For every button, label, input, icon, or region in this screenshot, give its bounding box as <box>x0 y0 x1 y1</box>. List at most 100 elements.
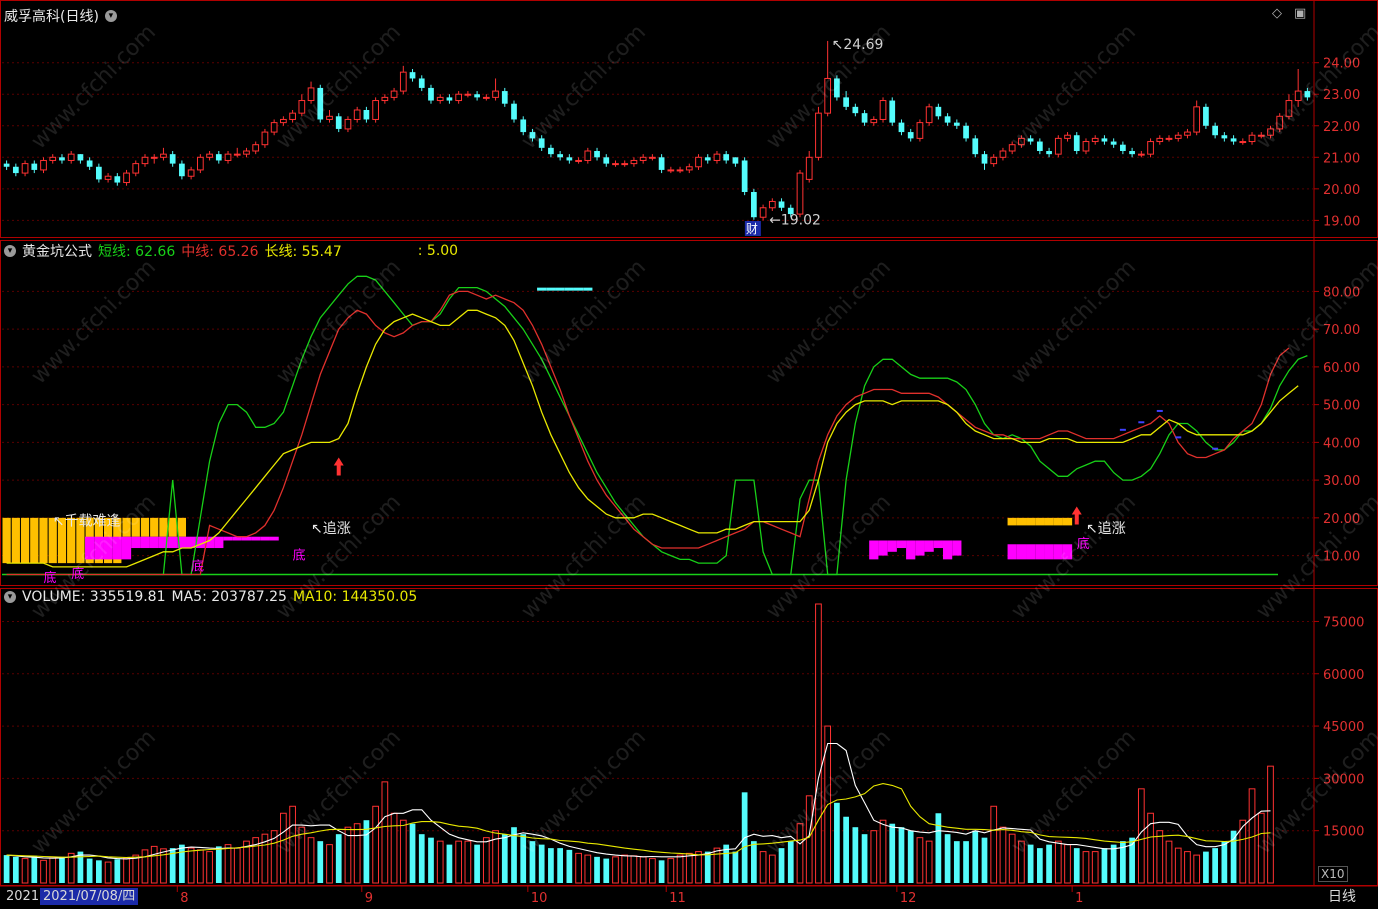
watermark-text: www.cfchi.com <box>1007 20 1141 154</box>
volume-bar <box>557 848 563 883</box>
price-candle <box>418 78 425 88</box>
price-candle <box>1064 134 1071 139</box>
month-label: 10 <box>531 891 548 906</box>
volume-bar <box>935 813 942 883</box>
magenta-signal-bar <box>915 540 925 556</box>
price-candle <box>695 156 702 168</box>
volume-bar <box>1036 848 1043 883</box>
volume-bar <box>1082 851 1090 884</box>
dropdown-icon[interactable]: ▾ <box>4 591 16 603</box>
price-candle <box>805 156 813 180</box>
month-label: 11 <box>669 891 686 906</box>
volume-bar <box>317 841 324 883</box>
price-candle <box>852 106 859 114</box>
volume-bar <box>972 830 979 883</box>
price-candle <box>501 91 508 104</box>
price-candle <box>1193 106 1201 133</box>
volume-bar <box>630 855 638 884</box>
volume-value: VOLUME: 335519.81 <box>22 589 166 605</box>
price-candle <box>372 100 379 120</box>
price-candle <box>482 96 490 99</box>
price-candle <box>676 169 684 172</box>
volume-bar <box>732 851 739 883</box>
price-candle <box>907 132 914 139</box>
volume-bar <box>1110 844 1117 883</box>
price-candle <box>206 153 213 158</box>
price-candle <box>446 97 453 101</box>
magenta-signal-bar <box>168 536 178 549</box>
dropdown-icon[interactable]: ▾ <box>104 10 117 22</box>
dropdown-icon[interactable]: ▾ <box>4 245 16 257</box>
volume-bar <box>233 847 241 884</box>
price-candle <box>474 94 480 98</box>
price-candle <box>575 159 582 162</box>
volume-bar <box>713 847 721 884</box>
price-candle <box>428 87 434 101</box>
volume-bar <box>1193 854 1201 884</box>
price-candle <box>492 90 499 98</box>
price-candle <box>944 116 951 123</box>
signal-dot <box>1138 421 1145 424</box>
volume-bar <box>963 841 969 883</box>
volume-bar <box>114 859 121 883</box>
volume-bar <box>104 861 112 884</box>
indicator-tick-label: 50.00 <box>1323 399 1360 414</box>
price-candle <box>566 157 573 161</box>
price-candle <box>353 109 361 120</box>
volume-bar <box>925 840 933 884</box>
magenta-signal-bar <box>1044 544 1054 560</box>
chase-arrow <box>1071 506 1082 525</box>
volume-bar <box>179 844 185 883</box>
price-candle <box>861 113 868 123</box>
signal-dot <box>1119 428 1126 431</box>
signal-dot <box>1156 409 1163 412</box>
price-candle <box>953 122 960 126</box>
price-candle <box>196 156 204 171</box>
volume-bar <box>695 851 702 884</box>
volume-bar <box>206 851 213 884</box>
price-candle <box>649 156 656 159</box>
volume-bar <box>1221 841 1228 883</box>
volume-bar <box>399 819 407 884</box>
indicator-panel-header: ▾ 黄金坑公式 短线: 62.66 中线: 65.26 长线: 55.47 : … <box>4 241 458 261</box>
volume-bar <box>861 834 868 883</box>
volume-bar <box>907 830 914 883</box>
price-candle <box>741 160 748 192</box>
volume-bar <box>372 805 379 884</box>
panel-toggle-icon[interactable]: ▣ <box>1294 6 1306 21</box>
price-candle <box>1082 141 1090 152</box>
zoom-label[interactable]: X10 <box>1318 866 1348 882</box>
volume-tick-label: 60000 <box>1323 668 1364 683</box>
period-label[interactable]: 日线 <box>1328 887 1356 907</box>
panel-frame <box>0 240 1378 586</box>
price-candle <box>40 159 47 171</box>
magenta-signal-bar <box>223 536 233 541</box>
month-label: 12 <box>900 891 917 906</box>
price-candle <box>215 154 222 161</box>
price-candle <box>179 163 185 177</box>
volume-bar <box>12 856 19 883</box>
price-candle <box>1046 151 1052 155</box>
magenta-signal-bar <box>251 536 261 541</box>
gold-signal-bar <box>1026 517 1036 526</box>
price-candle <box>778 201 785 208</box>
price-candle <box>981 154 988 164</box>
price-candle <box>344 118 352 130</box>
price-candle <box>464 93 472 96</box>
gold-signal-bar <box>168 517 177 537</box>
price-candle <box>1120 144 1126 151</box>
volume-bar <box>649 858 656 884</box>
volume-bar <box>704 851 711 883</box>
diamond-icon[interactable]: ◇ <box>1272 6 1282 21</box>
volume-bar <box>768 854 776 884</box>
volume-bar <box>31 855 38 883</box>
price-candle <box>1054 137 1062 155</box>
indicator-tick-label: 30.00 <box>1323 474 1360 489</box>
top-marker <box>583 287 593 291</box>
watermark-text: www.cfchi.com <box>762 20 896 154</box>
top-marker <box>537 287 547 291</box>
short-line-value: 短线: 62.66 <box>98 244 176 260</box>
price-candle <box>584 150 592 161</box>
volume-bar <box>916 837 924 884</box>
price-candle <box>141 156 149 165</box>
